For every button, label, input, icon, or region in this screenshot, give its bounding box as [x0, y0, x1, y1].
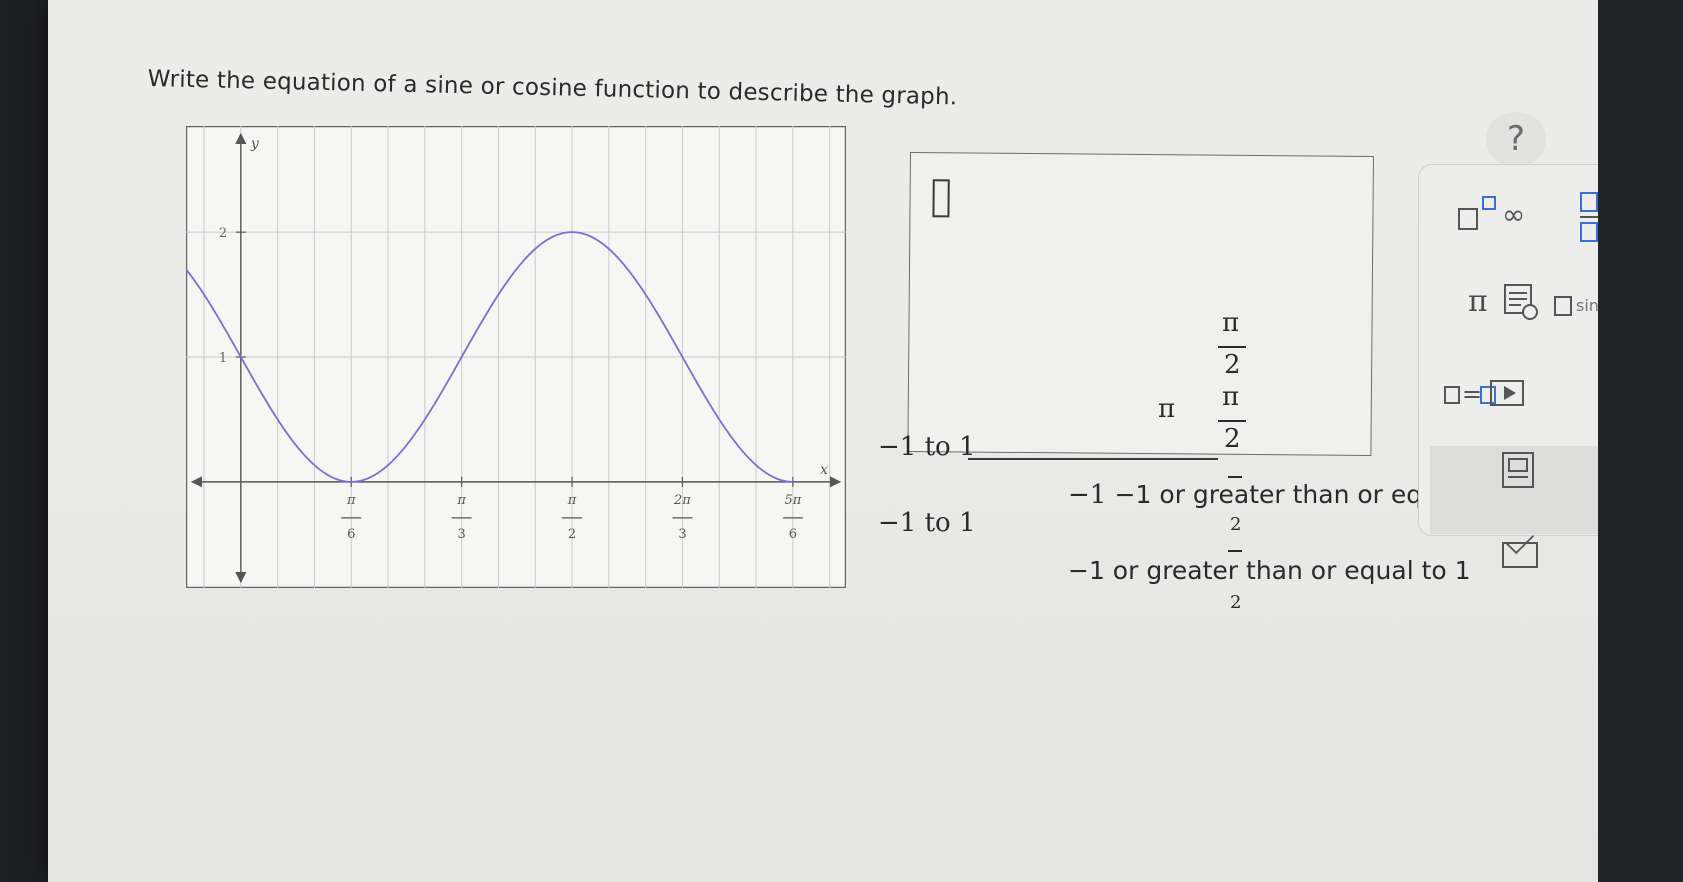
x-tick-denominator: 6	[789, 527, 797, 542]
envelope-icon[interactable]	[1502, 526, 1540, 570]
x-tick-label: 5π 6	[782, 493, 803, 542]
small-denominator-2: 2	[1230, 592, 1242, 613]
underline	[968, 458, 1218, 460]
answer-input-box[interactable]	[907, 152, 1374, 457]
pi-over-2-mid-den: 2	[1224, 424, 1241, 454]
fraction-bar	[1218, 420, 1246, 422]
help-button[interactable]: ?	[1486, 112, 1546, 166]
x-tick-denominator: 2	[568, 527, 576, 542]
fraction-icon[interactable]	[1580, 192, 1600, 244]
x-tick-label: π2	[562, 493, 583, 542]
axes	[190, 132, 842, 584]
matrix-icon[interactable]	[1502, 452, 1536, 490]
x-tick-label: π3	[451, 493, 472, 542]
x-tick-numerator: π	[456, 493, 466, 508]
inequality-text-2: −1 or greater than or equal to 1	[1068, 556, 1471, 586]
x-tick-denominator: 3	[457, 527, 465, 542]
grid-lines	[186, 126, 846, 588]
sin-label: sin	[1576, 296, 1599, 315]
x-tick-numerator: π	[346, 493, 356, 508]
tick-labels: yx21π6−π6π3π22π35π6	[219, 136, 828, 542]
small-denominator-1: 2	[1230, 514, 1242, 535]
right-bezel	[1598, 0, 1683, 882]
equation-arrow-icon[interactable]: =	[1444, 378, 1540, 414]
answer-placeholder-slot[interactable]	[932, 179, 950, 218]
x-tick-label: π6	[341, 493, 362, 542]
x-tick-denominator: 3	[678, 527, 686, 542]
fraction-bar	[1228, 550, 1242, 552]
x-tick-denominator: 6	[347, 527, 355, 542]
fraction-bar	[1228, 476, 1242, 478]
x-axis-label: x	[820, 462, 828, 478]
y-tick-label: 2	[219, 226, 227, 241]
y-tick-label: 1	[219, 351, 227, 366]
pi-button[interactable]: π	[1468, 284, 1488, 319]
fraction-bar	[1218, 346, 1246, 348]
superscript-infinity-icon[interactable]: ∞	[1458, 196, 1548, 236]
range-text-1: −1 to 1	[878, 432, 976, 462]
x-tick-numerator: 5π	[784, 493, 801, 508]
question-prompt: Write the equation of a sine or cosine f…	[147, 66, 958, 111]
pi-over-2-top-den: 2	[1224, 350, 1241, 380]
x-tick-label: 2π 3	[672, 493, 693, 542]
y-axis-label: y	[250, 136, 260, 152]
range-text-2: −1 to 1	[878, 508, 976, 538]
pi-symbol: π	[1158, 394, 1176, 424]
x-tick-numerator: 2π	[673, 493, 691, 508]
x-tick-numerator: π	[567, 493, 577, 508]
pi-over-2-mid-num: π	[1222, 382, 1240, 412]
inequality-text-2-words: −1 or greater than or equal to 1	[1068, 556, 1471, 585]
cosine-graph: yx21π6−π6π3π22π35π6	[186, 126, 846, 588]
graph-svg: yx21π6−π6π3π22π35π6	[186, 126, 846, 588]
pi-over-2-top-num: π	[1222, 308, 1240, 338]
keypad-icon[interactable]	[1504, 284, 1538, 320]
